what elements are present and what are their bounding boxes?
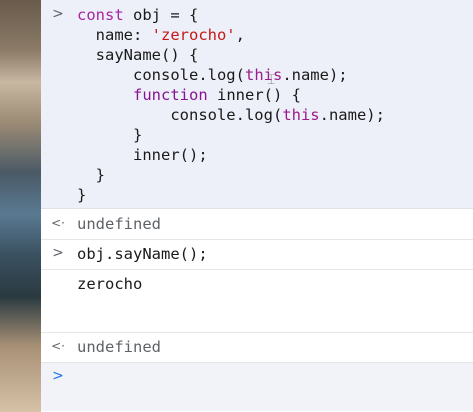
code-line-10: }: [77, 186, 87, 204]
code-line-5: function inner() {: [133, 86, 301, 104]
code-line-6: console.log(this.name);: [77, 106, 385, 124]
result-arrow-icon-2: <·: [51, 339, 65, 353]
console-input-entry: > const obj = { name: 'zerocho', sayName…: [41, 0, 473, 209]
code-line-3: sayName() {: [77, 46, 199, 64]
console-blank-row: [41, 300, 473, 333]
active-prompt-icon: >: [52, 368, 64, 384]
background-photo: [0, 0, 41, 412]
console-prompt-input[interactable]: >: [41, 363, 473, 411]
mouse-cursor-icon: ⌶: [267, 72, 276, 88]
code-line-7: }: [77, 126, 143, 144]
input-prompt-icon-2: >: [52, 245, 64, 261]
code-line-2: name: 'zerocho',: [77, 26, 245, 44]
result-arrow-icon: <·: [51, 216, 65, 230]
result-value-2: undefined: [77, 338, 161, 356]
devtools-console: > const obj = { name: 'zerocho', sayName…: [41, 0, 473, 412]
input-prompt-icon: >: [52, 6, 64, 22]
log-output-text: zerocho: [77, 275, 143, 293]
console-result-entry-2: <· undefined: [41, 333, 473, 363]
call-input-text: obj.sayName();: [77, 245, 208, 263]
code-line-1: const obj = {: [77, 6, 199, 24]
console-input-entry-2: > obj.sayName();: [41, 240, 473, 270]
code-line-8: inner();: [77, 146, 208, 164]
code-line-4: console.log(this.name);: [77, 66, 348, 84]
console-log-output: zerocho: [41, 270, 473, 300]
result-value: undefined: [77, 215, 161, 233]
console-result-entry: <· undefined: [41, 209, 473, 240]
code-line-9: }: [77, 166, 105, 184]
